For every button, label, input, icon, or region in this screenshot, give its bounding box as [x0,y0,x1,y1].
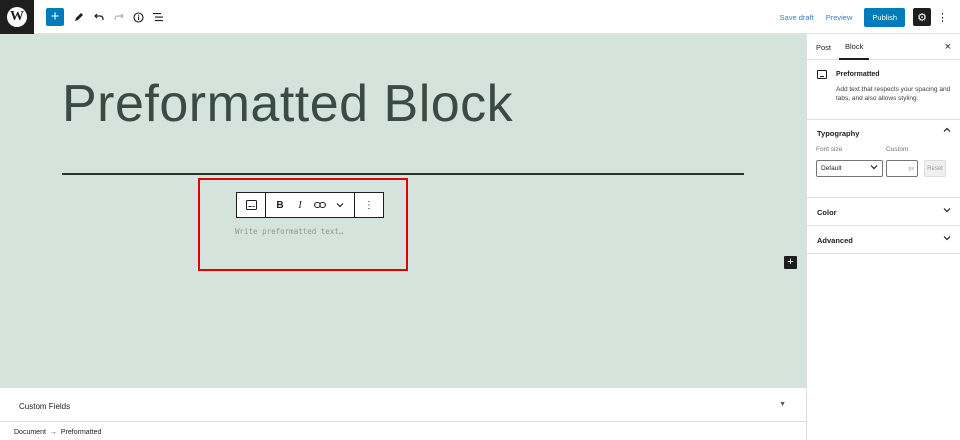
color-panel[interactable]: Color [807,198,960,226]
font-size-select-value: Default [821,165,842,172]
preformatted-icon [817,70,827,79]
options-button[interactable]: ⋮ [937,11,948,24]
settings-sidebar: Post Block × Preformatted Add text that … [806,34,960,440]
inserter-button[interactable]: + [784,256,797,269]
options-group: ⋮ [355,193,383,217]
preformatted-placeholder[interactable]: Write preformatted text… [235,227,343,236]
kebab-icon: ⋮ [364,199,374,211]
gear-icon: ⚙ [917,11,927,24]
post-title[interactable]: Preformatted Block [62,74,513,134]
block-switcher-group [237,193,266,217]
breadcrumb-preformatted[interactable]: Preformatted [61,429,101,436]
font-size-select[interactable]: Default [816,160,883,177]
pencil-icon [75,13,83,21]
format-group: B I [266,193,355,217]
advanced-panel[interactable]: Advanced [807,226,960,254]
editor-canvas[interactable]: Preformatted Block B I ⋮ Write preformat… [0,34,806,387]
wordpress-logo-button[interactable]: W [0,0,34,34]
block-toolbar: B I ⋮ [236,192,384,218]
tools-button[interactable] [72,8,86,26]
list-view-button[interactable] [151,8,165,26]
wordpress-logo-icon: W [7,7,27,27]
block-options-button[interactable]: ⋮ [359,193,379,217]
publish-button[interactable]: Publish [864,7,905,27]
breadcrumb: Document → Preformatted [14,429,101,436]
custom-font-size-input[interactable]: px [886,160,918,177]
breadcrumb-separator: → [49,429,57,436]
preformatted-icon [245,200,257,210]
chevron-down-icon [943,234,951,243]
info-icon [132,11,144,23]
redo-icon [114,13,124,20]
plus-icon: + [787,256,794,268]
block-card-description: Add text that respects your spacing and … [836,86,951,102]
custom-size-label: Custom [886,146,909,153]
custom-fields-label: Custom Fields [19,402,71,411]
add-block-button[interactable]: + [46,8,64,26]
save-draft-button[interactable]: Save draft [780,13,814,22]
triangle-down-icon[interactable]: ▼ [779,401,786,408]
color-panel-title: Color [817,208,837,217]
link-icon [314,201,326,209]
close-sidebar-button[interactable]: × [945,41,951,53]
font-size-label: Font size [816,146,843,153]
top-toolbar: W + Save draft Preview Publish ⚙ ⋮ [0,0,960,34]
breadcrumb-document[interactable]: Document [14,429,46,436]
list-view-icon [152,13,163,22]
reset-button[interactable]: Reset [924,160,946,177]
chevron-down-icon [870,164,878,172]
plus-icon: + [50,8,60,25]
sidebar-tabs: Post Block × [807,34,960,60]
more-formats-button[interactable] [330,193,350,217]
redo-button[interactable] [112,8,126,26]
link-button[interactable] [310,193,330,217]
chevron-down-icon [943,206,951,215]
typography-panel-toggle[interactable]: Typography [817,129,859,138]
block-card-title: Preformatted [836,71,880,78]
typography-panel: Typography Font size Custom [807,120,960,198]
block-switcher-button[interactable] [241,193,261,217]
tab-block[interactable]: Block [839,34,870,60]
italic-button[interactable]: I [290,193,310,217]
bold-button[interactable]: B [270,193,290,217]
chevron-down-icon [336,203,344,208]
undo-icon [94,13,104,20]
custom-fields-panel[interactable]: Custom Fields ▼ [0,387,806,422]
kebab-icon: ⋮ [937,11,948,24]
details-button[interactable] [131,8,145,26]
block-card: Preformatted Add text that respects your… [807,60,960,120]
separator-block[interactable] [62,173,744,175]
close-icon: × [944,41,951,53]
undo-button[interactable] [92,8,106,26]
header-actions: Save draft Preview Publish ⚙ ⋮ [780,0,960,34]
preview-button[interactable]: Preview [826,13,853,22]
chevron-up-icon[interactable] [943,126,951,135]
unit-label: px [908,165,914,172]
tab-post[interactable]: Post [816,34,831,60]
settings-button[interactable]: ⚙ [913,8,931,26]
advanced-panel-title: Advanced [817,236,853,245]
